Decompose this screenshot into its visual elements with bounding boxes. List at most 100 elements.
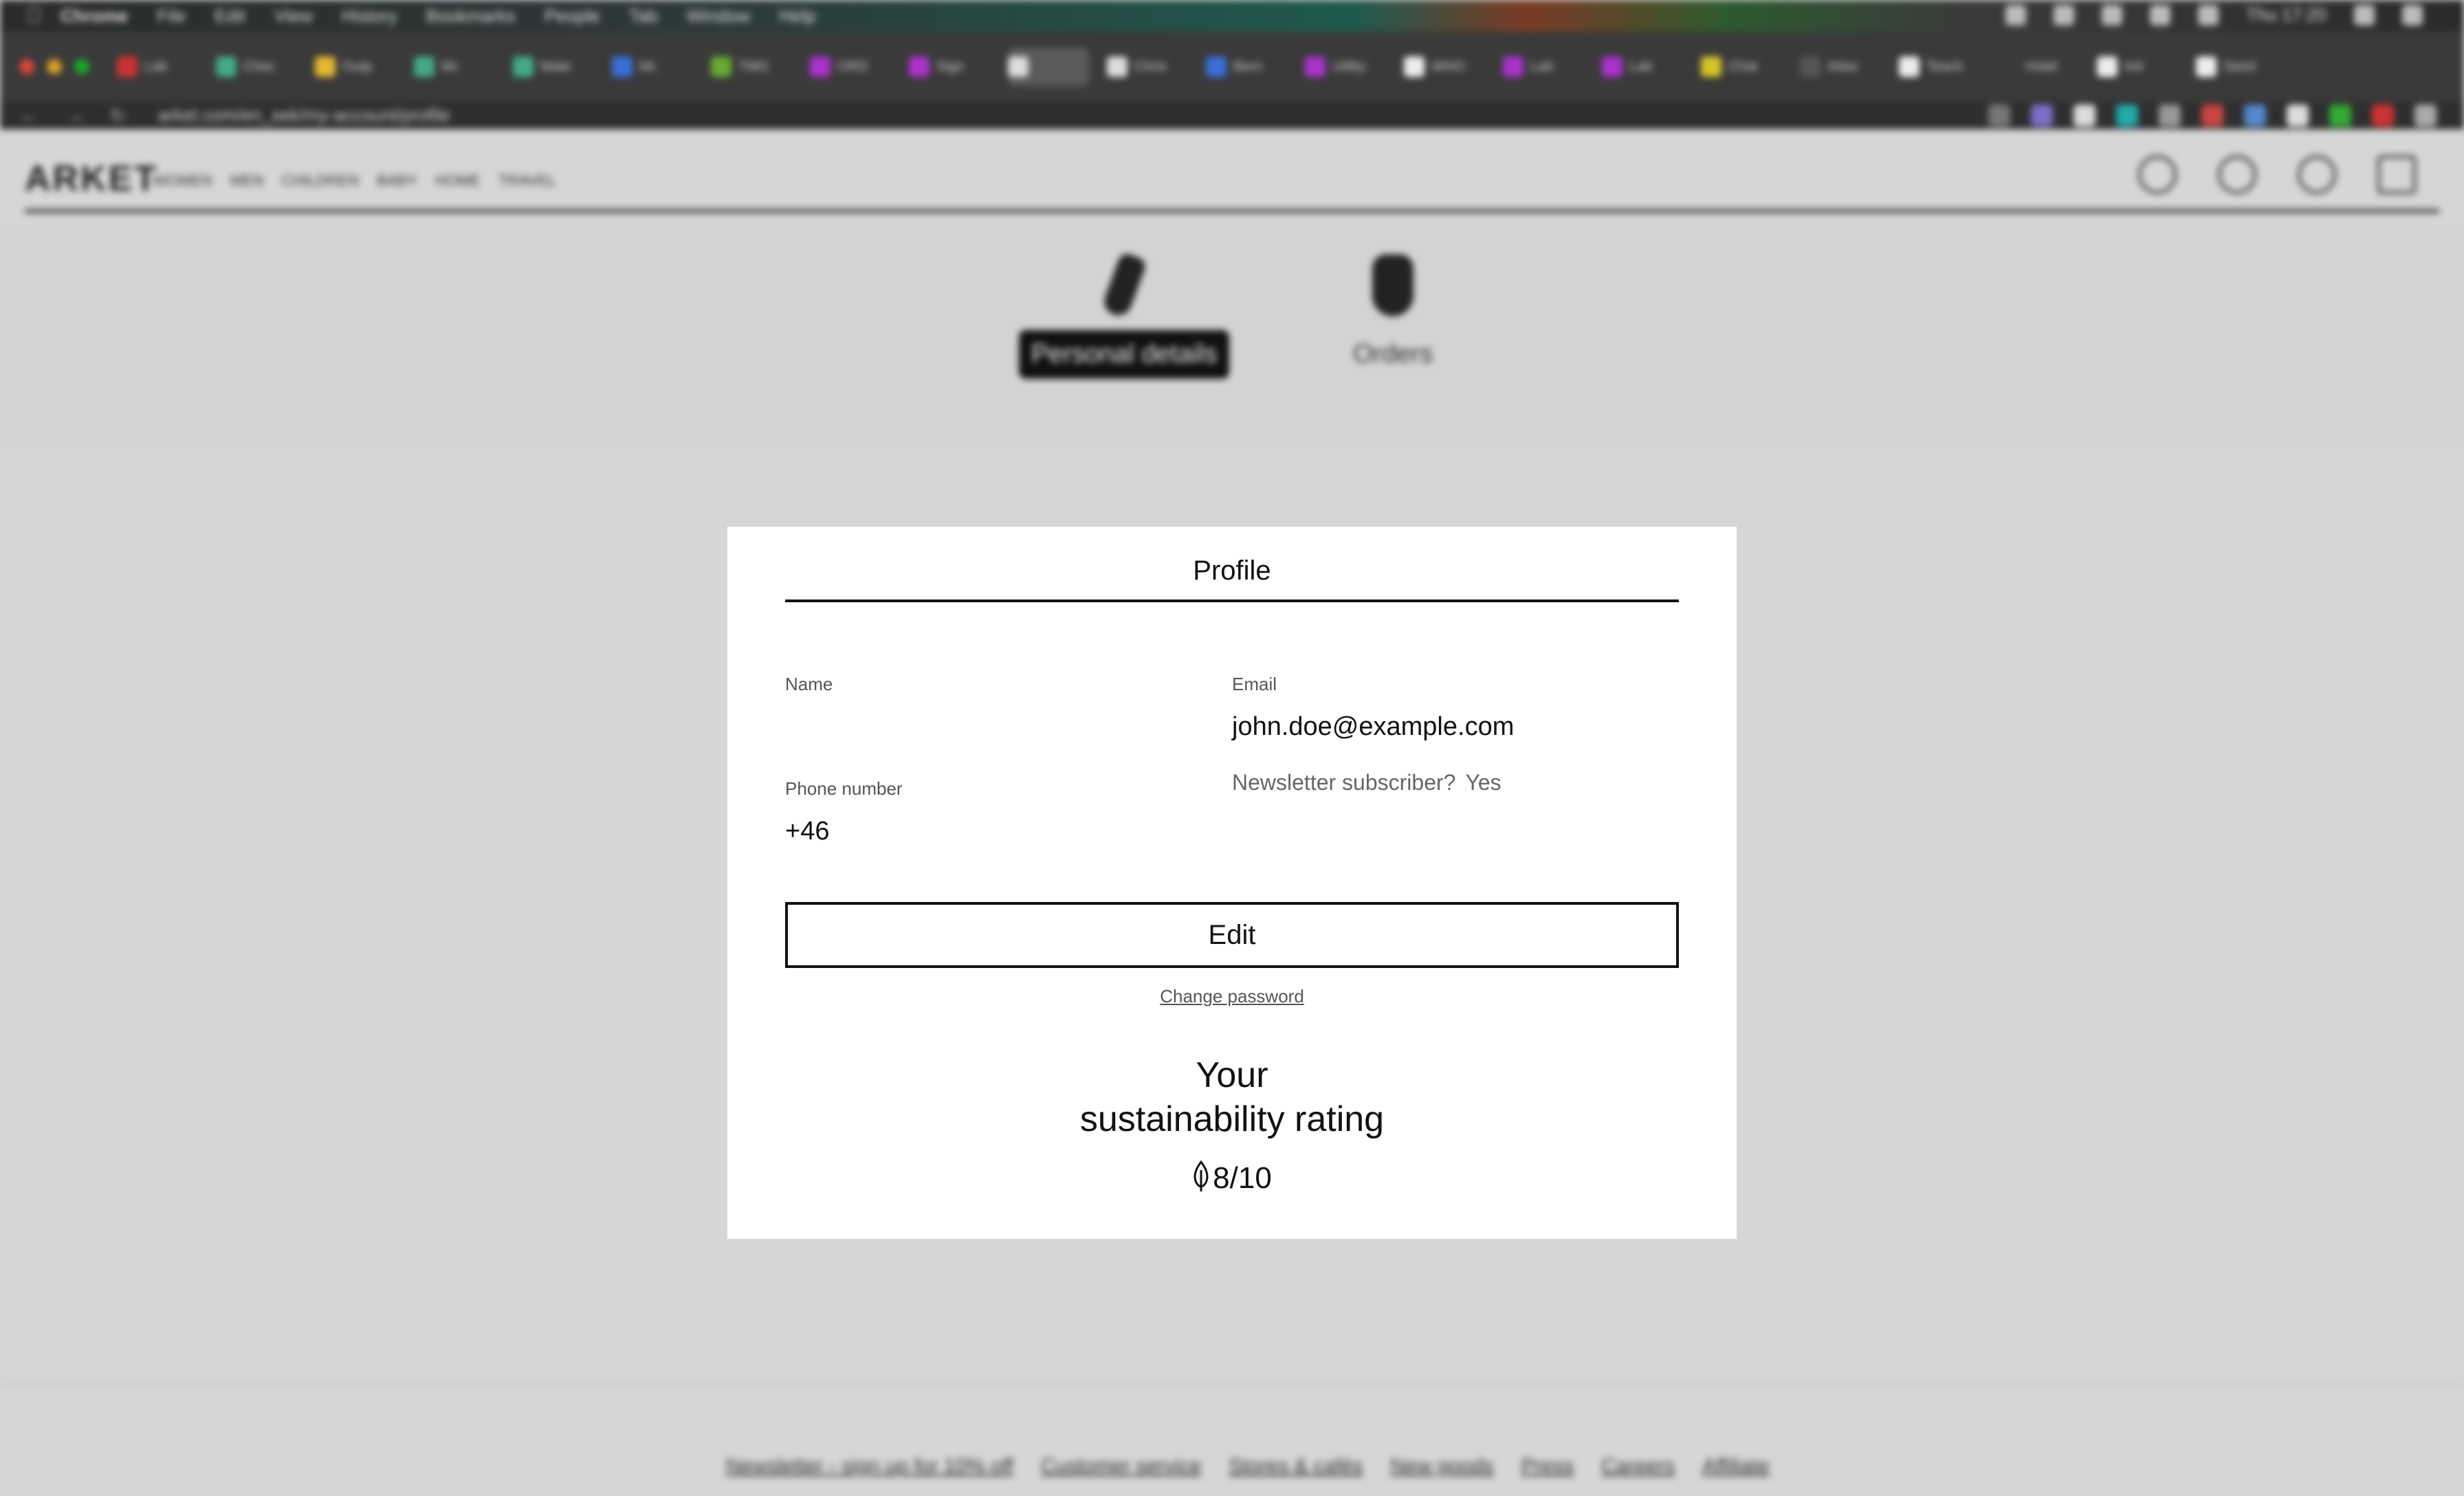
extension-icon[interactable] <box>2329 104 2351 126</box>
apple-icon[interactable]:  <box>26 4 60 28</box>
browser-tab-label: Chec <box>243 58 276 74</box>
site-logo[interactable]: ARKET <box>25 158 158 199</box>
menu-icon[interactable] <box>2402 4 2423 25</box>
footer-link[interactable]: Press <box>1521 1455 1574 1478</box>
browser-tab[interactable]: Mate <box>513 47 594 86</box>
address-bar[interactable]: arket.com/en_sek/my-account/profile <box>158 102 1946 128</box>
menu-bookmarks[interactable]: Bookmarks <box>426 6 516 27</box>
extension-icon[interactable] <box>2201 104 2223 126</box>
browser-tab[interactable]: Utility <box>1305 47 1386 86</box>
menu-window[interactable]: Window <box>687 6 750 27</box>
browser-tab[interactable]: Lab <box>117 47 198 86</box>
menubar-clock[interactable]: Thu 17:20 <box>2246 4 2326 25</box>
browser-tab[interactable]: Lab <box>1602 47 1683 86</box>
extension-icon[interactable] <box>2159 104 2181 126</box>
help-icon[interactable] <box>2298 155 2336 194</box>
site-nav: WOMEN MEN CHILDREN BABY HOME TRAVEL <box>153 172 556 190</box>
star-icon[interactable] <box>1988 104 2010 126</box>
favicon-icon <box>414 56 434 77</box>
footer-link[interactable]: Customer service <box>1041 1455 1201 1478</box>
browser-tab-active[interactable] <box>1008 47 1089 86</box>
footer-link[interactable]: Newsletter - sign up for 10% off <box>726 1455 1013 1478</box>
change-password-row: Change password <box>727 986 1737 1007</box>
nav-baby[interactable]: BABY <box>377 172 417 190</box>
window-controls <box>19 59 89 74</box>
pen-icon <box>1101 251 1148 320</box>
tab-personal-details[interactable]: Personal details <box>1019 251 1230 379</box>
nav-men[interactable]: MEN <box>230 172 264 190</box>
battery-icon[interactable] <box>2197 4 2219 25</box>
footer-link[interactable]: Stores & cafés <box>1229 1455 1363 1478</box>
close-window-button[interactable] <box>19 59 34 74</box>
menu-help[interactable]: Help <box>779 6 815 27</box>
edit-button[interactable]: Edit <box>785 902 1679 968</box>
favicon-icon <box>1602 56 1622 77</box>
extension-icon[interactable] <box>2074 104 2096 126</box>
status-icon[interactable] <box>2005 4 2026 25</box>
browser-tab[interactable]: Hotel <box>1998 47 2079 86</box>
footer-link[interactable]: Careers <box>1601 1455 1675 1478</box>
extension-icon[interactable] <box>2287 104 2309 126</box>
extension-icon[interactable] <box>2031 104 2053 126</box>
status-icon[interactable] <box>2053 4 2074 25</box>
nav-travel[interactable]: TRAVEL <box>498 172 556 190</box>
browser-tab[interactable]: Bern <box>1206 47 1287 86</box>
browser-tab[interactable]: Chat <box>1701 47 1782 86</box>
change-password-link[interactable]: Change password <box>1160 986 1304 1006</box>
browser-tab[interactable]: Seed <box>2196 47 2277 86</box>
nav-home[interactable]: HOME <box>435 172 481 190</box>
back-arrow-icon[interactable]: ← <box>19 104 43 128</box>
maximize-window-button[interactable] <box>74 59 89 74</box>
search-icon[interactable] <box>2138 155 2177 194</box>
browser-tab-label: Hotel <box>2025 58 2058 74</box>
browser-menu-icon[interactable] <box>2414 104 2436 126</box>
account-nav: Personal details Orders <box>0 227 2464 447</box>
nav-women[interactable]: WOMEN <box>153 172 212 190</box>
browser-tab[interactable]: Teach <box>1899 47 1980 86</box>
status-icon[interactable] <box>2101 4 2122 25</box>
footer-link[interactable]: New goods <box>1390 1455 1493 1478</box>
orders-icon <box>1372 254 1414 316</box>
browser-tab-label: Mr. <box>639 58 659 74</box>
site-header-icons <box>2138 155 2416 194</box>
browser-tab[interactable]: Mr. <box>612 47 693 86</box>
bag-icon[interactable] <box>2377 155 2416 194</box>
nav-children[interactable]: CHILDREN <box>282 172 359 190</box>
minimize-window-button[interactable] <box>47 59 62 74</box>
forward-arrow-icon[interactable]: → <box>66 104 89 128</box>
browser-tab[interactable]: Chec <box>216 47 297 86</box>
extension-icon[interactable] <box>2244 104 2266 126</box>
browser-tab[interactable]: Intr <box>2097 47 2178 86</box>
browser-tab[interactable]: TMG <box>711 47 792 86</box>
tab-orders[interactable]: Orders <box>1341 254 1445 379</box>
browser-tab[interactable]: Mr. <box>414 47 495 86</box>
favicon-icon <box>1008 56 1028 77</box>
search-icon[interactable] <box>2354 4 2375 25</box>
browser-tab[interactable]: Chris <box>1107 47 1188 86</box>
browser-tab[interactable]: Outp <box>315 47 396 86</box>
browser-tab[interactable]: Lab <box>1503 47 1584 86</box>
browser-tab[interactable]: Atlas <box>1800 47 1881 86</box>
extension-icon[interactable] <box>2116 104 2138 126</box>
phone-label: Phone number <box>785 778 903 799</box>
favicon-icon <box>1701 56 1722 77</box>
browser-tab-label: TMG <box>738 58 769 74</box>
menu-file[interactable]: File <box>157 6 186 27</box>
wifi-icon[interactable] <box>2149 4 2170 25</box>
browser-tabbar: Lab Chec Outp Mr. Mate Mr. TMG ORD Sign … <box>0 32 2464 102</box>
menu-view[interactable]: View <box>274 6 313 27</box>
menu-people[interactable]: People <box>544 6 600 27</box>
menu-tab[interactable]: Tab <box>629 6 658 27</box>
favicon-icon <box>1107 56 1128 77</box>
menu-edit[interactable]: Edit <box>214 6 245 27</box>
account-icon[interactable] <box>2218 155 2256 194</box>
footer-link[interactable]: Affiliate <box>1702 1455 1770 1478</box>
browser-tab[interactable]: Sign <box>909 47 990 86</box>
tab-orders-label: Orders <box>1353 340 1433 368</box>
menu-history[interactable]: History <box>342 6 397 27</box>
browser-tab[interactable]: WHO <box>1404 47 1485 86</box>
menu-chrome[interactable]: Chrome <box>60 6 128 27</box>
browser-tab[interactable]: ORD <box>810 47 891 86</box>
profile-avatar[interactable] <box>2372 104 2394 126</box>
reload-icon[interactable]: ↻ <box>110 104 133 128</box>
